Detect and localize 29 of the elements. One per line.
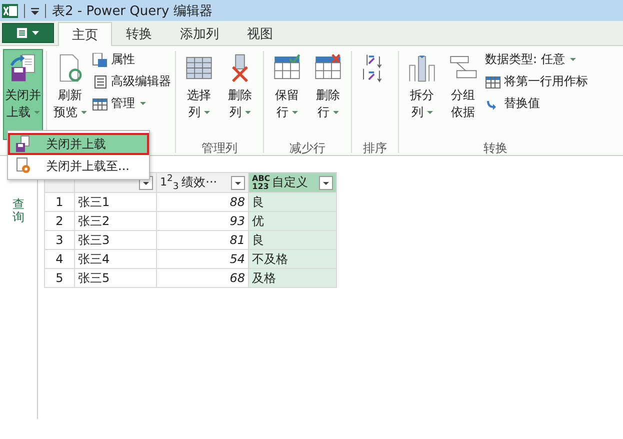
table-cell: 优 (248, 212, 336, 230)
any-type-icon: ABC 123 (252, 174, 269, 190)
group-label: 排序 (363, 140, 387, 156)
row-number: 3 (44, 230, 74, 250)
group-label: 转换 (484, 140, 508, 156)
column-name: 绩效··· (182, 174, 218, 191)
table-cell: 张三3 (74, 230, 156, 250)
row-number: 2 (44, 212, 74, 230)
table-cell: 良 (248, 192, 336, 212)
table-cell: 张三2 (74, 212, 156, 230)
table-cell: 张三5 (74, 268, 156, 288)
table-cell: 张三4 (74, 250, 156, 268)
column-name: 自定义 (272, 174, 309, 191)
group-label: 管理列 (202, 140, 238, 156)
table-cell: 93 (156, 212, 248, 230)
row-number: 1 (44, 192, 74, 212)
row-number: 5 (44, 268, 74, 288)
table-cell: 良 (248, 230, 336, 250)
table-cell: 张三1 (74, 192, 156, 212)
table-cell: 68 (156, 268, 248, 288)
row-number: 4 (44, 250, 74, 268)
table-cell: 88 (156, 192, 248, 212)
table-cell: 不及格 (248, 250, 336, 268)
group-label: 减少行 (290, 140, 326, 156)
pane-title: 查询 (12, 198, 24, 226)
table-cell: 54 (156, 250, 248, 268)
table-cell: 81 (156, 230, 248, 250)
window-title: 表2 - Power Query 编辑器 (52, 2, 212, 20)
table-cell: 及格 (248, 268, 336, 288)
